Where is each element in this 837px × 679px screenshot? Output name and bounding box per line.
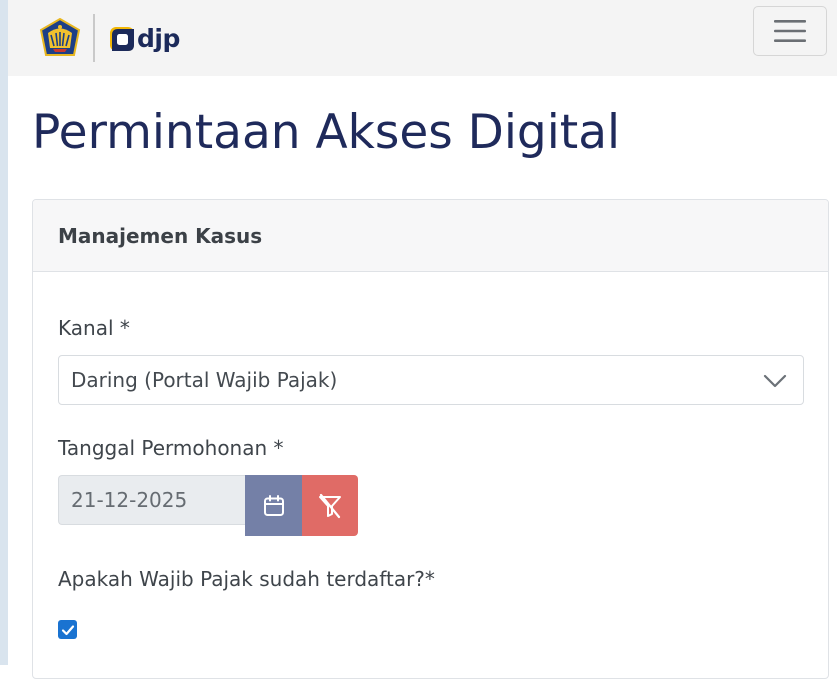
wajib-pajak-terdaftar-label: Apakah Wajib Pajak sudah terdaftar?* bbox=[58, 567, 435, 591]
logo-divider bbox=[93, 14, 95, 62]
left-edge-strip bbox=[0, 0, 8, 665]
chevron-down-icon bbox=[763, 374, 787, 388]
card-title: Manajemen Kasus bbox=[58, 223, 263, 248]
tanggal-permohonan-group: 21-12-2025 bbox=[58, 475, 358, 536]
case-management-card: Manajemen Kasus Kanal * Daring (Portal W… bbox=[32, 199, 829, 679]
tanggal-permohonan-input[interactable]: 21-12-2025 bbox=[58, 475, 245, 525]
kanal-selected-value: Daring (Portal Wajib Pajak) bbox=[71, 368, 338, 392]
kemenkeu-emblem-icon bbox=[39, 18, 81, 56]
djp-logo-text: djp bbox=[137, 24, 180, 53]
filter-clear-icon bbox=[319, 493, 341, 518]
clear-date-button[interactable] bbox=[302, 475, 358, 536]
menu-toggle-button[interactable] bbox=[753, 6, 827, 56]
hamburger-menu-icon bbox=[774, 20, 806, 42]
calendar-icon bbox=[263, 494, 284, 516]
tanggal-permohonan-label: Tanggal Permohonan * bbox=[58, 436, 284, 460]
tanggal-permohonan-value: 21-12-2025 bbox=[71, 488, 188, 512]
page-title: Permintaan Akses Digital bbox=[32, 105, 621, 160]
djp-logo: djp bbox=[109, 24, 180, 54]
top-navbar: djp bbox=[8, 0, 837, 76]
djp-logo-mark-icon bbox=[110, 27, 134, 51]
wajib-pajak-terdaftar-checkbox[interactable] bbox=[58, 620, 77, 639]
card-header: Manajemen Kasus bbox=[33, 200, 828, 272]
kanal-label: Kanal * bbox=[58, 316, 130, 340]
open-calendar-button[interactable] bbox=[245, 475, 302, 536]
kanal-select[interactable]: Daring (Portal Wajib Pajak) bbox=[58, 355, 804, 405]
checkmark-icon bbox=[61, 624, 74, 635]
